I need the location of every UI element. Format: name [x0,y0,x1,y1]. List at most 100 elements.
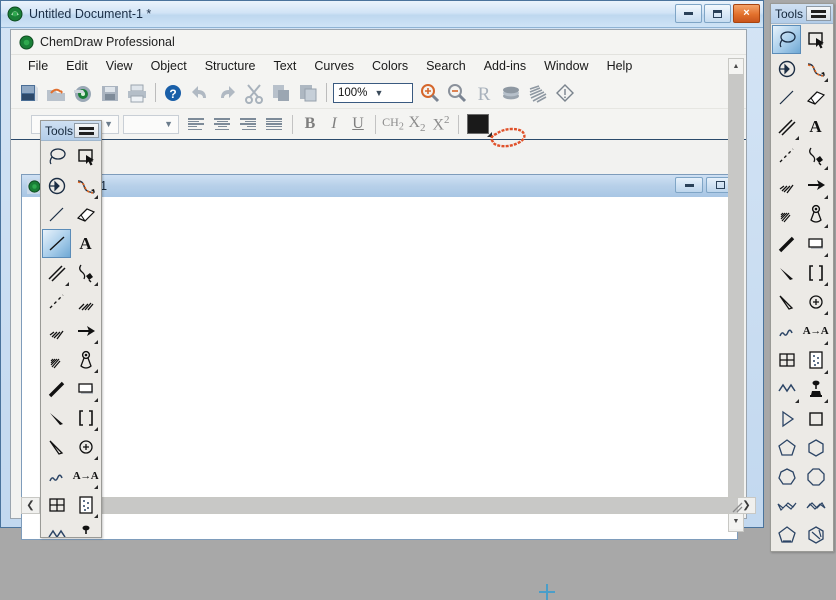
menu-addins[interactable]: Add-ins [475,57,535,75]
layers-icon[interactable] [498,80,523,105]
structure-perspective-tool[interactable] [772,54,801,83]
tool-options-corner[interactable] [824,282,828,286]
resize-grip[interactable] [731,500,743,513]
menu-edit[interactable]: Edit [57,57,97,75]
palette-grip-handle[interactable] [74,123,99,138]
chain-tool[interactable] [42,519,71,537]
tool-options-corner[interactable] [795,136,799,140]
copy-icon[interactable] [268,80,293,105]
cut-scissors-icon[interactable] [241,80,266,105]
align-left-button[interactable] [183,113,209,135]
tool-options-corner[interactable] [824,195,828,199]
dashed-bond-tool[interactable] [42,287,71,316]
hash-bond-tool[interactable] [42,316,71,345]
underline-button[interactable]: U [346,115,370,133]
palette-titlebar[interactable]: Tools [771,4,833,24]
menu-curves[interactable]: Curves [305,57,363,75]
zoom-out-icon[interactable] [444,80,469,105]
arrow-tool[interactable] [71,316,100,345]
tlc-plate-tool[interactable] [71,490,100,519]
cyclooctane-ring-tool[interactable] [801,462,830,491]
eraser-tool[interactable] [801,83,830,112]
square-shape-tool[interactable] [801,404,830,433]
tool-options-corner[interactable] [94,195,98,199]
tool-options-corner[interactable] [795,399,799,403]
horizontal-scrollbar[interactable]: ❮ ❯ [21,497,756,514]
brackets-tool[interactable] [801,258,830,287]
text-tool[interactable]: A [71,229,100,258]
tool-options-corner[interactable] [94,456,98,460]
align-justify-button[interactable] [261,113,287,135]
tool-options-corner[interactable] [94,398,98,402]
palette-titlebar[interactable]: Tools [41,121,101,141]
brackets-tool[interactable] [71,403,100,432]
eraser-tool[interactable] [71,200,100,229]
tool-options-corner[interactable] [824,78,828,82]
vertical-scroll-track[interactable] [729,74,743,514]
multiple-bond-tool[interactable] [42,200,71,229]
cyclopentadiene-tool[interactable] [772,521,801,550]
tlc-plate-tool[interactable] [801,346,830,375]
rectangle-tool[interactable] [801,229,830,258]
save-as-icon[interactable] [97,80,122,105]
menu-colors[interactable]: Colors [363,57,417,75]
redo-icon[interactable] [214,80,239,105]
atom-map-tool[interactable]: A→A [801,317,830,346]
wedged-bond-tool[interactable] [772,258,801,287]
vertical-scrollbar[interactable]: ▲ ▼ [728,58,744,532]
text-tool[interactable]: A [801,112,830,141]
document-minimize-button[interactable] [675,177,703,193]
stamp-tool[interactable] [71,519,100,537]
menu-structure[interactable]: Structure [196,57,265,75]
hollow-wedge-bond-tool[interactable] [42,432,71,461]
structure-perspective-tool[interactable] [42,171,71,200]
tool-options-corner[interactable] [94,514,98,518]
menu-help[interactable]: Help [598,57,642,75]
cyclohexane-ring-tool[interactable] [801,433,830,462]
menu-search[interactable]: Search [417,57,475,75]
pen-tool[interactable] [801,142,830,171]
menu-window[interactable]: Window [535,57,597,75]
align-right-button[interactable] [235,113,261,135]
reaction-arrow-tool[interactable] [71,171,100,200]
hash-bond-tool[interactable] [772,171,801,200]
thin-bond-tool[interactable] [772,83,801,112]
play-shape-tool[interactable] [772,404,801,433]
squiggle-bond-tool[interactable] [42,461,71,490]
scroll-down-button[interactable]: ▼ [729,514,743,529]
lasso-select-tool[interactable] [772,25,801,54]
document-titlebar[interactable]: ocument-1 [22,175,737,198]
menu-object[interactable]: Object [142,57,196,75]
marquee-select-tool[interactable] [801,25,830,54]
squiggle-bond-tool[interactable] [772,317,801,346]
horizontal-scroll-thumb[interactable] [39,498,738,513]
undo-icon[interactable] [187,80,212,105]
dashed-bond-tool[interactable] [772,142,801,171]
cycloheptane-ring-tool[interactable] [772,462,801,491]
font-size-combobox[interactable]: ▼ [123,115,179,134]
hatch-layers-icon[interactable] [525,80,550,105]
menu-view[interactable]: View [97,57,142,75]
zoom-combobox[interactable]: 100% ▼ [333,83,413,103]
maximize-button[interactable] [704,4,731,23]
table-tool[interactable] [42,490,71,519]
cyclopentane-ring-tool[interactable] [772,433,801,462]
tool-options-corner[interactable] [824,166,828,170]
tool-options-corner[interactable] [94,340,98,344]
stamp-tool[interactable] [801,375,830,404]
italic-button[interactable]: I [322,115,346,133]
atom-map-tool[interactable]: A→A [71,461,100,490]
rectangle-tool[interactable] [71,374,100,403]
menu-text[interactable]: Text [264,57,305,75]
tool-options-corner[interactable] [94,282,98,286]
tool-options-corner[interactable] [824,370,828,374]
reaction-arrow-tool[interactable] [801,54,830,83]
chain-tool[interactable] [772,375,801,404]
tool-options-corner[interactable] [824,311,828,315]
r-group-icon[interactable]: R [471,80,496,105]
hashed-wedge-bond-tool[interactable] [772,200,801,229]
orbital-tool[interactable] [801,200,830,229]
bold-bond-tool[interactable] [772,229,801,258]
new-document-icon[interactable] [16,80,41,105]
hashed-wedge-bond-tool[interactable] [42,345,71,374]
